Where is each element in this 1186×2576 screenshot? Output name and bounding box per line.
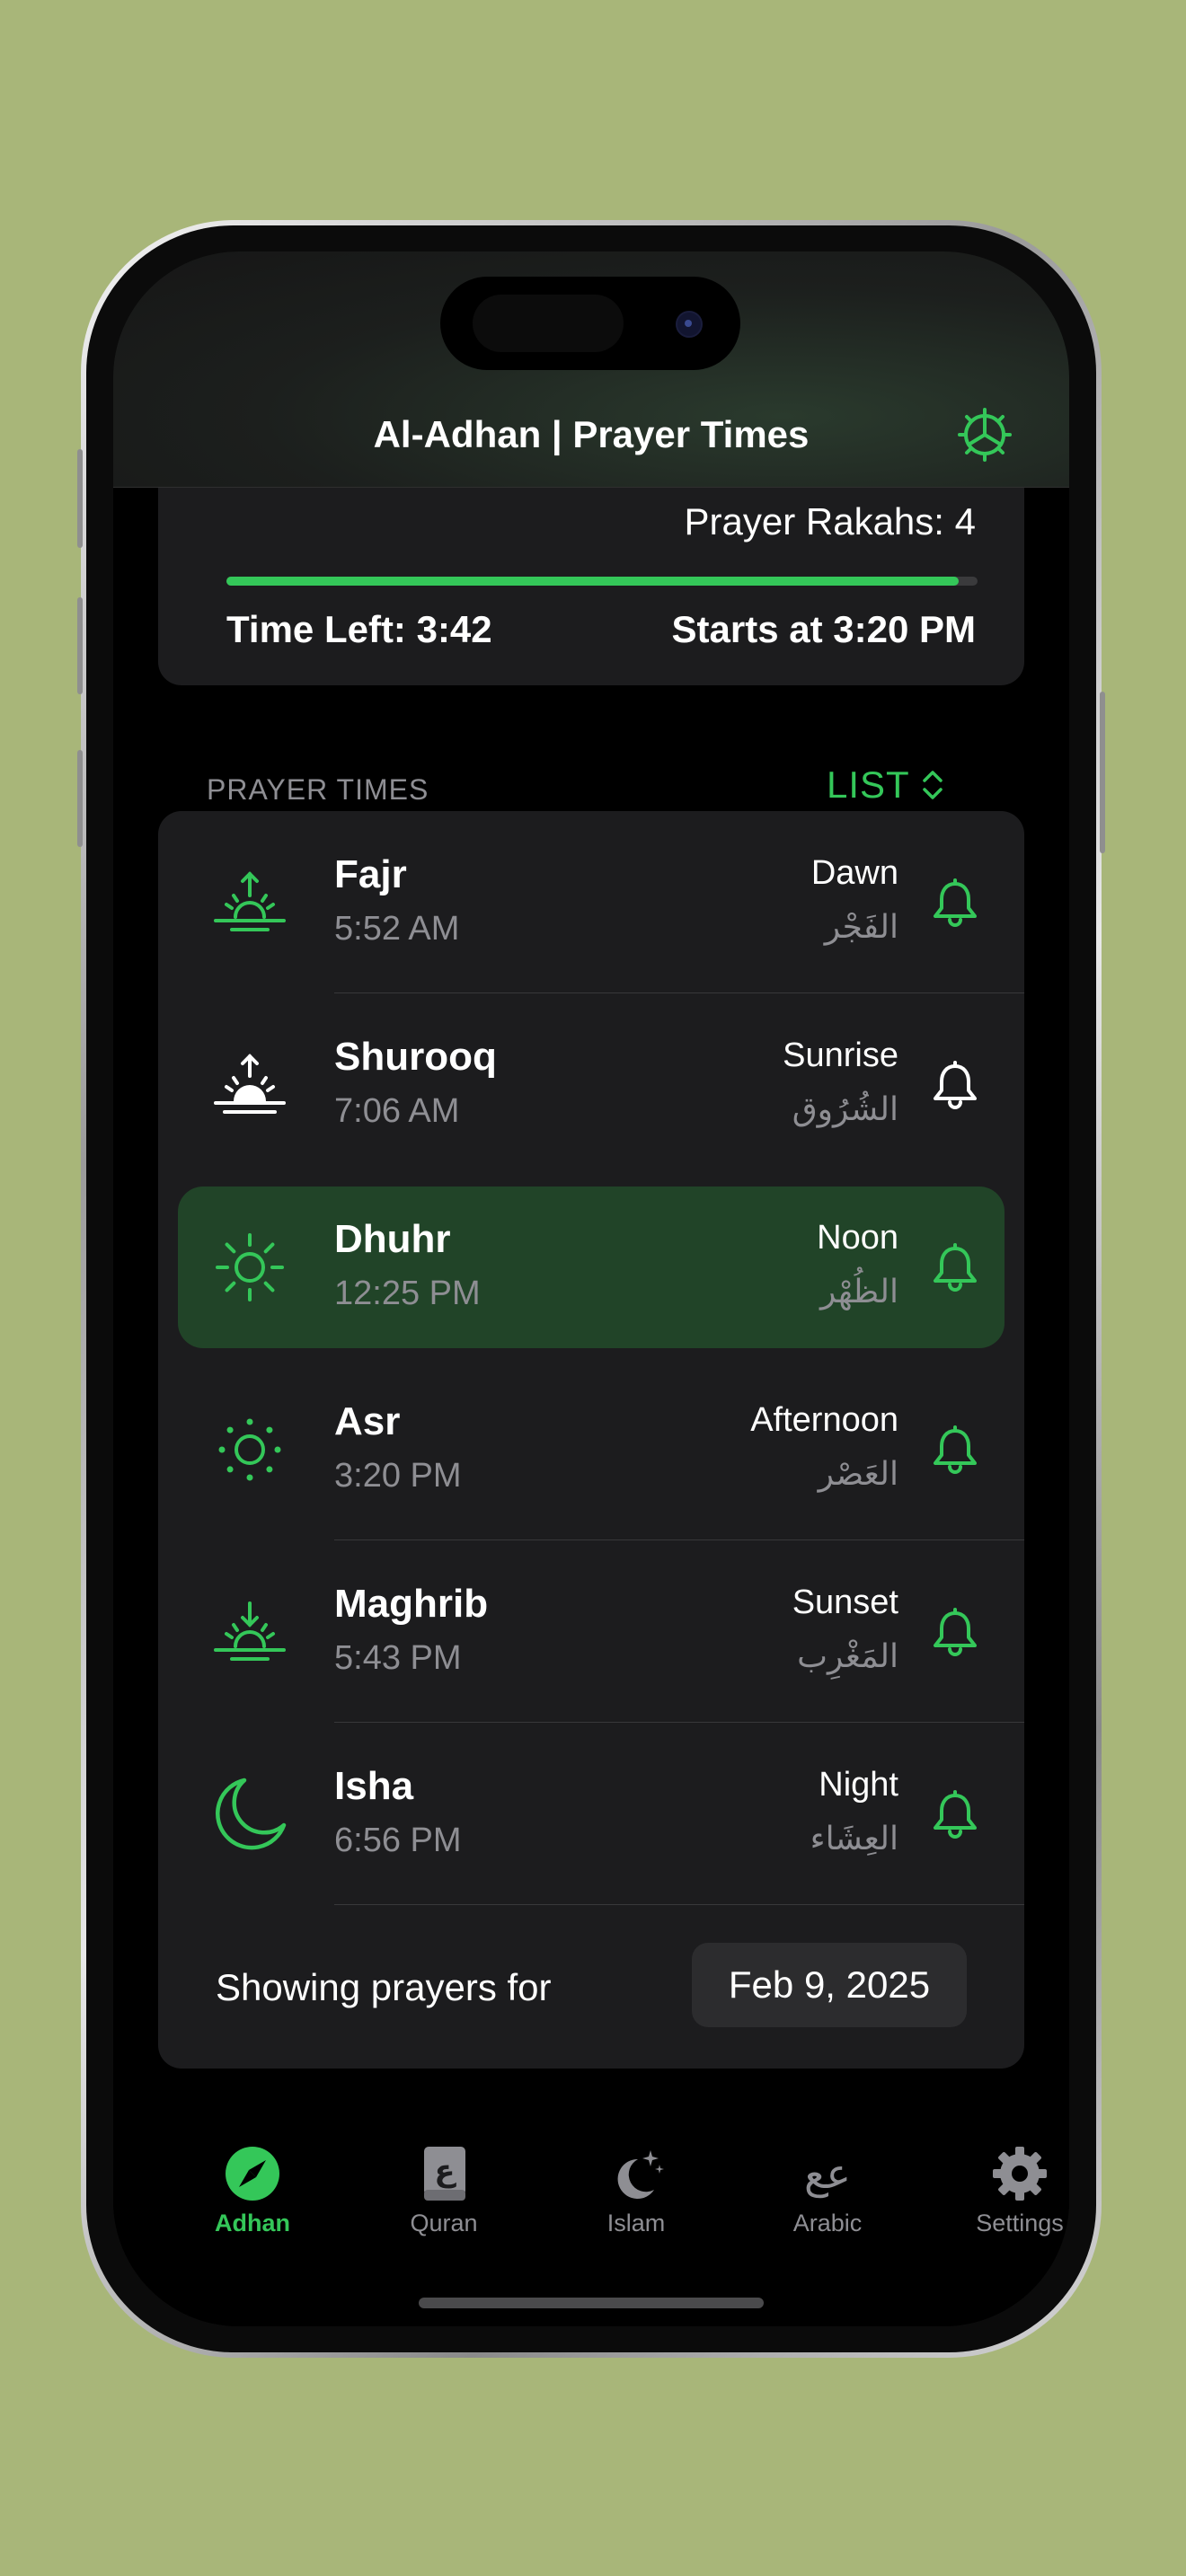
tab-settings[interactable]: Settings — [952, 2145, 1069, 2262]
prayer-arabic-name: الشُرُوق — [792, 1090, 898, 1127]
moon-icon — [216, 1778, 287, 1850]
prayer-arabic-name: الفَجْر — [824, 908, 898, 945]
view-mode-toggle[interactable]: LIST — [827, 763, 944, 807]
prayer-name: Isha — [334, 1764, 414, 1808]
showing-prayers-label: Showing prayers for — [216, 1966, 552, 2008]
view-mode-label: LIST — [827, 763, 910, 806]
tab-arabic[interactable]: عع Arabic — [760, 2145, 895, 2262]
time-progress-bar — [226, 577, 978, 586]
gear-wheel-icon — [958, 408, 1012, 462]
bell-icon — [934, 1061, 977, 1109]
prayer-progress-card: Prayer Rakahs: 4 Time Left: 3:42 Starts … — [158, 488, 1024, 685]
prayer-arabic-name: الظُهْر — [820, 1273, 898, 1310]
svg-text:ع: ع — [434, 2153, 456, 2189]
bell-icon — [934, 1790, 977, 1839]
tab-label: Arabic — [792, 2210, 863, 2236]
prayer-arabic-name: العَصْر — [818, 1455, 898, 1492]
prayer-row-asr[interactable]: Asr 3:20 PM Afternoon العَصْر — [158, 1358, 1024, 1540]
prayer-row-fajr[interactable]: Fajr 5:52 AM Dawn الفَجْر — [158, 811, 1024, 993]
current-prayer-highlight — [178, 1187, 1005, 1348]
front-camera — [676, 311, 703, 338]
notification-toggle-button[interactable] — [931, 1242, 979, 1292]
prayer-name: Asr — [334, 1399, 401, 1443]
prayer-times-list: Fajr 5:52 AM Dawn الفَجْر Shurooq 7:06 AM Sunr… — [158, 811, 1024, 2069]
tab-label: Islam — [606, 2210, 666, 2236]
bell-icon — [934, 1243, 977, 1292]
date-picker-button[interactable]: Feb 9, 2025 — [692, 1943, 967, 2027]
bell-icon — [934, 878, 977, 927]
prayer-name: Maghrib — [334, 1582, 489, 1626]
prayer-time: 6:56 PM — [334, 1822, 462, 1859]
time-left-label: Time Left: 3:42 — [226, 608, 492, 650]
side-button-action — [77, 449, 83, 548]
prayer-name: Dhuhr — [334, 1217, 451, 1261]
tab-bar: Adhan ع Quran Islam عع Arabic Settings — [113, 2120, 1069, 2326]
starts-at-label: Starts at 3:20 PM — [671, 608, 976, 650]
prayer-time: 12:25 PM — [334, 1275, 481, 1312]
prayer-arabic-name: العِشَاء — [810, 1820, 898, 1857]
sunset-down-icon — [214, 1601, 286, 1661]
prayer-name: Fajr — [334, 852, 407, 896]
tab-quran[interactable]: ع Quran — [376, 2145, 511, 2262]
prayer-row-dhuhr[interactable]: Dhuhr 12:25 PM Noon الظُهْر — [158, 1176, 1024, 1358]
section-header: PRAYER TIMES — [207, 773, 429, 806]
notification-toggle-button[interactable] — [931, 878, 979, 928]
settings-gear-button[interactable] — [956, 406, 1013, 463]
side-button-volume-down — [77, 750, 83, 847]
prayer-time: 7:06 AM — [334, 1092, 460, 1130]
sun-dotted-icon — [218, 1418, 281, 1481]
sunrise-up-icon — [214, 871, 286, 931]
prayer-rakahs-label: Prayer Rakahs: 4 — [684, 500, 976, 543]
book-icon: ع — [424, 2147, 465, 2201]
side-button-volume-up — [77, 597, 83, 694]
dynamic-island — [440, 277, 740, 370]
row-divider — [334, 1904, 1024, 1905]
navigation-header: Al-Adhan | Prayer Times — [113, 251, 1069, 488]
page-title: Al-Adhan | Prayer Times — [373, 413, 810, 455]
prayer-english-name: Dawn — [810, 854, 898, 892]
side-button-power — [1100, 692, 1105, 853]
notification-toggle-button[interactable] — [931, 1060, 979, 1110]
prayer-row-shurooq[interactable]: Shurooq 7:06 AM Sunrise الشُرُوق — [158, 993, 1024, 1176]
bell-icon — [934, 1608, 977, 1656]
sunrise-filled-icon — [214, 1054, 286, 1114]
gear-icon — [993, 2147, 1047, 2201]
moon-stars-icon — [617, 2150, 664, 2199]
chevron-up-down-icon — [922, 771, 943, 799]
main-content: Prayer Rakahs: 4 Time Left: 3:42 Starts … — [113, 488, 1069, 2122]
prayer-english-name: Sunset — [792, 1584, 898, 1621]
prayer-time: 5:43 PM — [334, 1639, 462, 1677]
prayer-time: 3:20 PM — [334, 1457, 462, 1495]
prayer-row-maghrib[interactable]: Maghrib 5:43 PM Sunset المَغْرِب — [158, 1540, 1024, 1723]
notification-toggle-button[interactable] — [931, 1425, 979, 1475]
prayer-arabic-name: المَغْرِب — [797, 1637, 898, 1674]
sun-icon — [216, 1233, 284, 1301]
prayer-english-name: Afternoon — [750, 1401, 898, 1439]
arabic-letters-icon: عع — [804, 2149, 851, 2198]
prayer-time: 5:52 AM — [334, 910, 460, 948]
prayer-name: Shurooq — [334, 1035, 497, 1079]
svg-text:عع: عع — [804, 2149, 851, 2198]
prayer-row-isha[interactable]: Isha 6:56 PM Night العِشَاء — [158, 1723, 1024, 1905]
notification-toggle-button[interactable] — [931, 1789, 979, 1839]
time-progress-fill — [226, 577, 960, 586]
prayer-english-name: Sunrise — [783, 1037, 898, 1074]
tab-label: Settings — [976, 2210, 1064, 2236]
tab-adhan[interactable]: Adhan — [185, 2145, 320, 2262]
tab-label: Adhan — [215, 2210, 290, 2236]
compass-icon — [226, 2147, 279, 2201]
bell-icon — [934, 1425, 977, 1474]
tab-label: Quran — [410, 2210, 478, 2236]
notification-toggle-button[interactable] — [931, 1607, 979, 1657]
prayer-english-name: Noon — [817, 1219, 898, 1257]
tab-islam[interactable]: Islam — [569, 2145, 704, 2262]
phone-screen: Al-Adhan | Prayer Times Prayer Rakahs: 4… — [113, 251, 1069, 2326]
home-indicator[interactable] — [419, 2298, 764, 2308]
prayer-english-name: Night — [819, 1766, 898, 1804]
